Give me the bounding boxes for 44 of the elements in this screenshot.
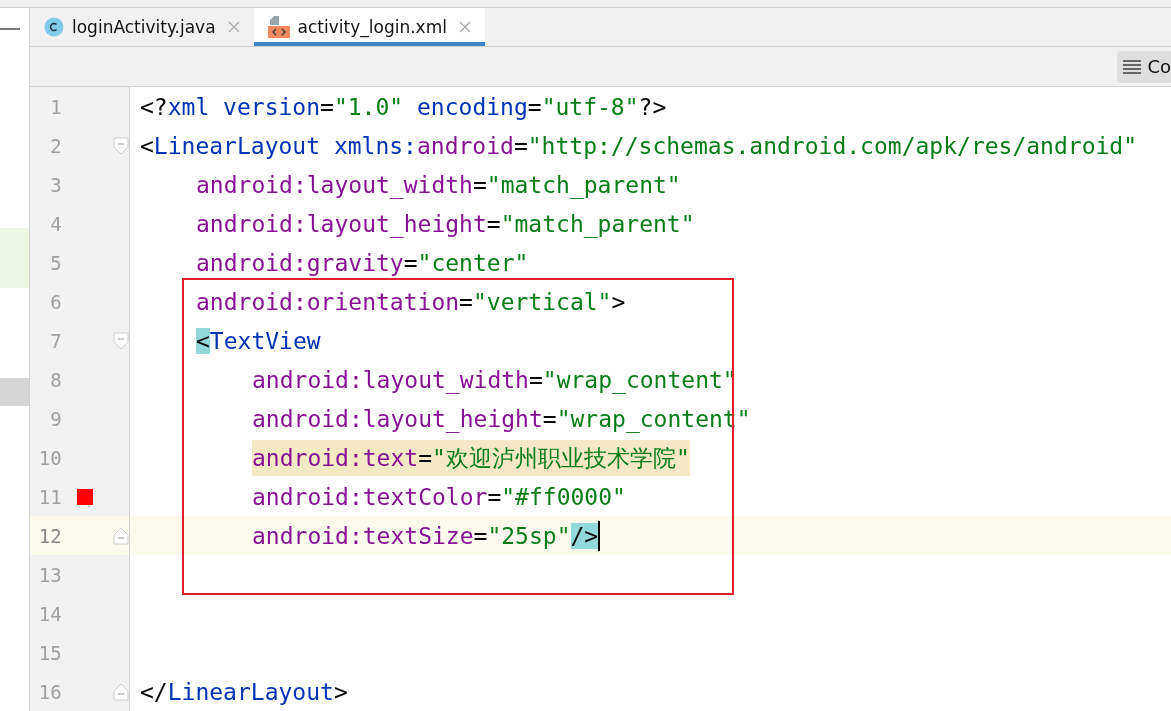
code-line: android:textColor="#ff0000" — [252, 482, 626, 512]
tab-label: activity_login.xml — [297, 17, 447, 37]
selected-panel-row[interactable] — [0, 378, 29, 406]
file-tab[interactable]: activity_login.xml — [253, 8, 485, 46]
line-number: 11 — [37, 485, 62, 508]
code-line: <TextView — [196, 326, 321, 356]
lines-icon — [1123, 58, 1142, 75]
code-line: android:orientation="vertical"> — [196, 287, 626, 317]
line-number: 5 — [49, 251, 62, 274]
line-number: 10 — [37, 446, 62, 469]
code-line: android:gravity="center" — [196, 248, 529, 278]
code-line: android:layout_width="match_parent" — [196, 170, 681, 201]
fold-icon[interactable] — [113, 526, 129, 545]
line-number: 13 — [37, 563, 62, 586]
tab-label: loginActivity.java — [72, 17, 216, 37]
fold-icon[interactable] — [113, 331, 129, 350]
fold-icon[interactable] — [113, 136, 129, 155]
code-line: android:layout_height="match_parent" — [196, 209, 695, 240]
line-number: 16 — [37, 680, 62, 703]
minimize-icon[interactable] — [0, 27, 20, 31]
line-number: 12 — [37, 524, 62, 547]
close-icon[interactable] — [458, 21, 471, 33]
line-number: 4 — [49, 212, 62, 235]
fold-icon[interactable] — [113, 682, 129, 701]
code-line: android:textSize="25sp"/> — [252, 521, 599, 551]
code-line: </LinearLayout> — [140, 677, 348, 707]
file-tab[interactable]: loginActivity.java — [30, 8, 254, 46]
line-number: 15 — [37, 641, 62, 664]
code-line: <LinearLayout xmlns:android="http://schemas.android.com/apk/res/android" — [140, 131, 1138, 161]
code-line: android:layout_width="wrap_content" — [252, 365, 737, 396]
text-caret — [598, 520, 601, 551]
line-number: 3 — [49, 173, 62, 196]
class-icon — [44, 17, 64, 37]
line-number: 1 — [49, 95, 62, 118]
xml-file-icon — [267, 16, 290, 38]
line-number: 7 — [49, 329, 62, 352]
line-number: 14 — [37, 602, 62, 625]
code-line: <?xml version="1.0" encoding="utf-8"?> — [140, 92, 667, 122]
view-mode-button[interactable]: Co — [1117, 50, 1171, 83]
line-number: 9 — [49, 407, 62, 430]
close-icon[interactable] — [227, 21, 240, 33]
line-number: 6 — [49, 290, 62, 313]
line-number: 8 — [49, 368, 62, 391]
line-number: 2 — [49, 134, 62, 157]
